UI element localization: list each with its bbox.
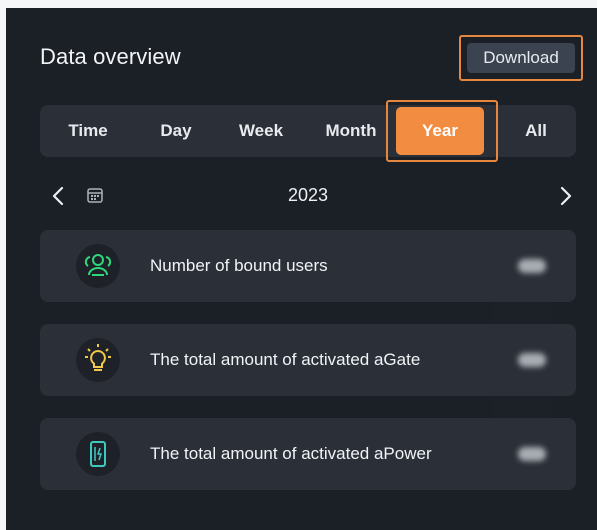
card-activated-apower[interactable]: The total amount of activated aPower <box>40 418 576 490</box>
download-button[interactable]: Download <box>467 43 575 73</box>
panel-header: Data overview Download <box>6 8 597 98</box>
download-highlight: Download <box>459 35 583 81</box>
lightbulb-icon <box>76 338 120 382</box>
card-bound-users[interactable]: Number of bound users <box>40 230 576 302</box>
card-label-activated-apower: The total amount of activated aPower <box>150 444 432 463</box>
tab-day[interactable]: Day <box>136 105 216 157</box>
activated-agate-value <box>518 353 546 367</box>
users-icon <box>76 244 120 288</box>
tab-week[interactable]: Week <box>216 105 306 157</box>
date-navigator: 2023 <box>40 178 576 214</box>
card-activated-agate[interactable]: The total amount of activated aGate <box>40 324 576 396</box>
tab-time[interactable]: Time <box>40 105 136 157</box>
period-tabs: Time Day Week Month Year All <box>40 100 576 162</box>
activated-apower-value <box>518 447 546 461</box>
card-label-activated-agate: The total amount of activated aGate <box>150 350 421 369</box>
chevron-right-icon[interactable] <box>560 186 572 211</box>
tab-month[interactable]: Month <box>306 105 396 157</box>
tab-year[interactable]: Year <box>396 107 484 155</box>
tab-all[interactable]: All <box>496 105 576 157</box>
battery-icon <box>76 432 120 476</box>
data-overview-panel: Data overview Download Time Day Week Mon… <box>6 8 597 530</box>
current-year: 2023 <box>287 185 329 205</box>
year-tab-highlight: Year <box>386 100 498 162</box>
panel-title: Data overview <box>40 44 181 69</box>
card-label-bound-users: Number of bound users <box>150 256 328 275</box>
bound-users-value <box>518 259 546 273</box>
